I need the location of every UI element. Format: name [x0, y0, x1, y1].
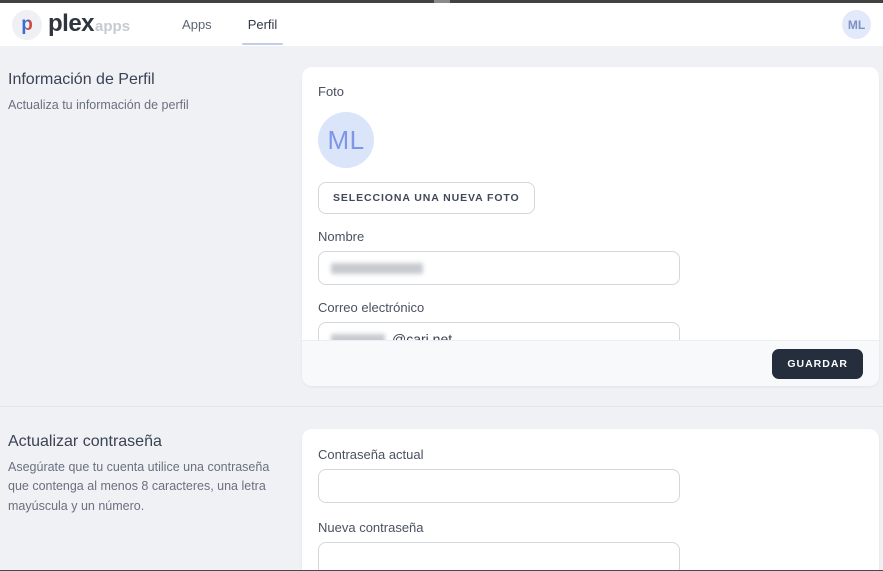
user-avatar[interactable]: ML [842, 10, 871, 39]
logo-brand-text: plex [48, 9, 95, 37]
new-password-label: Nueva contraseña [318, 520, 424, 535]
password-section-title: Actualizar contraseña [8, 433, 162, 450]
page-content: Información de Perfil Actualiza tu infor… [0, 67, 883, 571]
tab-apps[interactable]: Apps [178, 3, 216, 46]
current-password-label: Contraseña actual [318, 447, 424, 462]
profile-form-card: Foto ML SELECCIONA UNA NUEVA FOTO Nombre… [302, 67, 879, 386]
section-divider [0, 406, 883, 407]
profile-info-section: Información de Perfil Actualiza tu infor… [0, 67, 883, 386]
photo-label: Foto [318, 84, 345, 99]
new-password-group: Nueva contraseña [318, 520, 863, 571]
save-button[interactable]: GUARDAR [772, 348, 863, 379]
password-section: Actualizar contraseña Asegúrate que tu c… [0, 429, 883, 571]
profile-card-footer: GUARDAR [302, 340, 879, 386]
password-section-subtitle: Asegúrate que tu cuenta utilice una cont… [8, 460, 270, 513]
tab-apps-label: Apps [182, 17, 212, 32]
window-drag-handle [433, 0, 450, 3]
email-label: Correo electrónico [318, 300, 425, 315]
plex-logo-icon: p [12, 9, 42, 40]
redacted-name-value [331, 262, 423, 274]
tab-perfil[interactable]: Perfil [241, 3, 284, 46]
current-password-input[interactable] [318, 469, 680, 503]
password-form-card: Contraseña actual Nueva contraseña [302, 429, 879, 571]
name-field-group: Nombre [318, 229, 863, 285]
new-password-input[interactable] [318, 542, 680, 571]
select-new-photo-button[interactable]: SELECCIONA UNA NUEVA FOTO [318, 182, 535, 214]
name-input[interactable] [318, 251, 680, 285]
profile-section-title: Información de Perfil [8, 71, 155, 88]
app-logo[interactable]: p plex apps [12, 9, 131, 40]
profile-section-header: Información de Perfil Actualiza tu infor… [0, 67, 302, 386]
tab-perfil-label: Perfil [247, 17, 278, 32]
top-navbar: p plex apps Apps Perfil ML [0, 3, 883, 46]
window-top-border [0, 0, 883, 3]
logo-suffix-text: apps [95, 17, 131, 35]
profile-section-subtitle: Actualiza tu información de perfil [8, 98, 189, 112]
password-section-header: Actualizar contraseña Asegúrate que tu c… [0, 429, 302, 571]
active-tab-underline [241, 43, 284, 45]
current-password-group: Contraseña actual [318, 447, 863, 503]
profile-photo-avatar: ML [318, 112, 374, 168]
name-label: Nombre [318, 229, 365, 244]
main-nav-tabs: Apps Perfil [178, 3, 309, 46]
